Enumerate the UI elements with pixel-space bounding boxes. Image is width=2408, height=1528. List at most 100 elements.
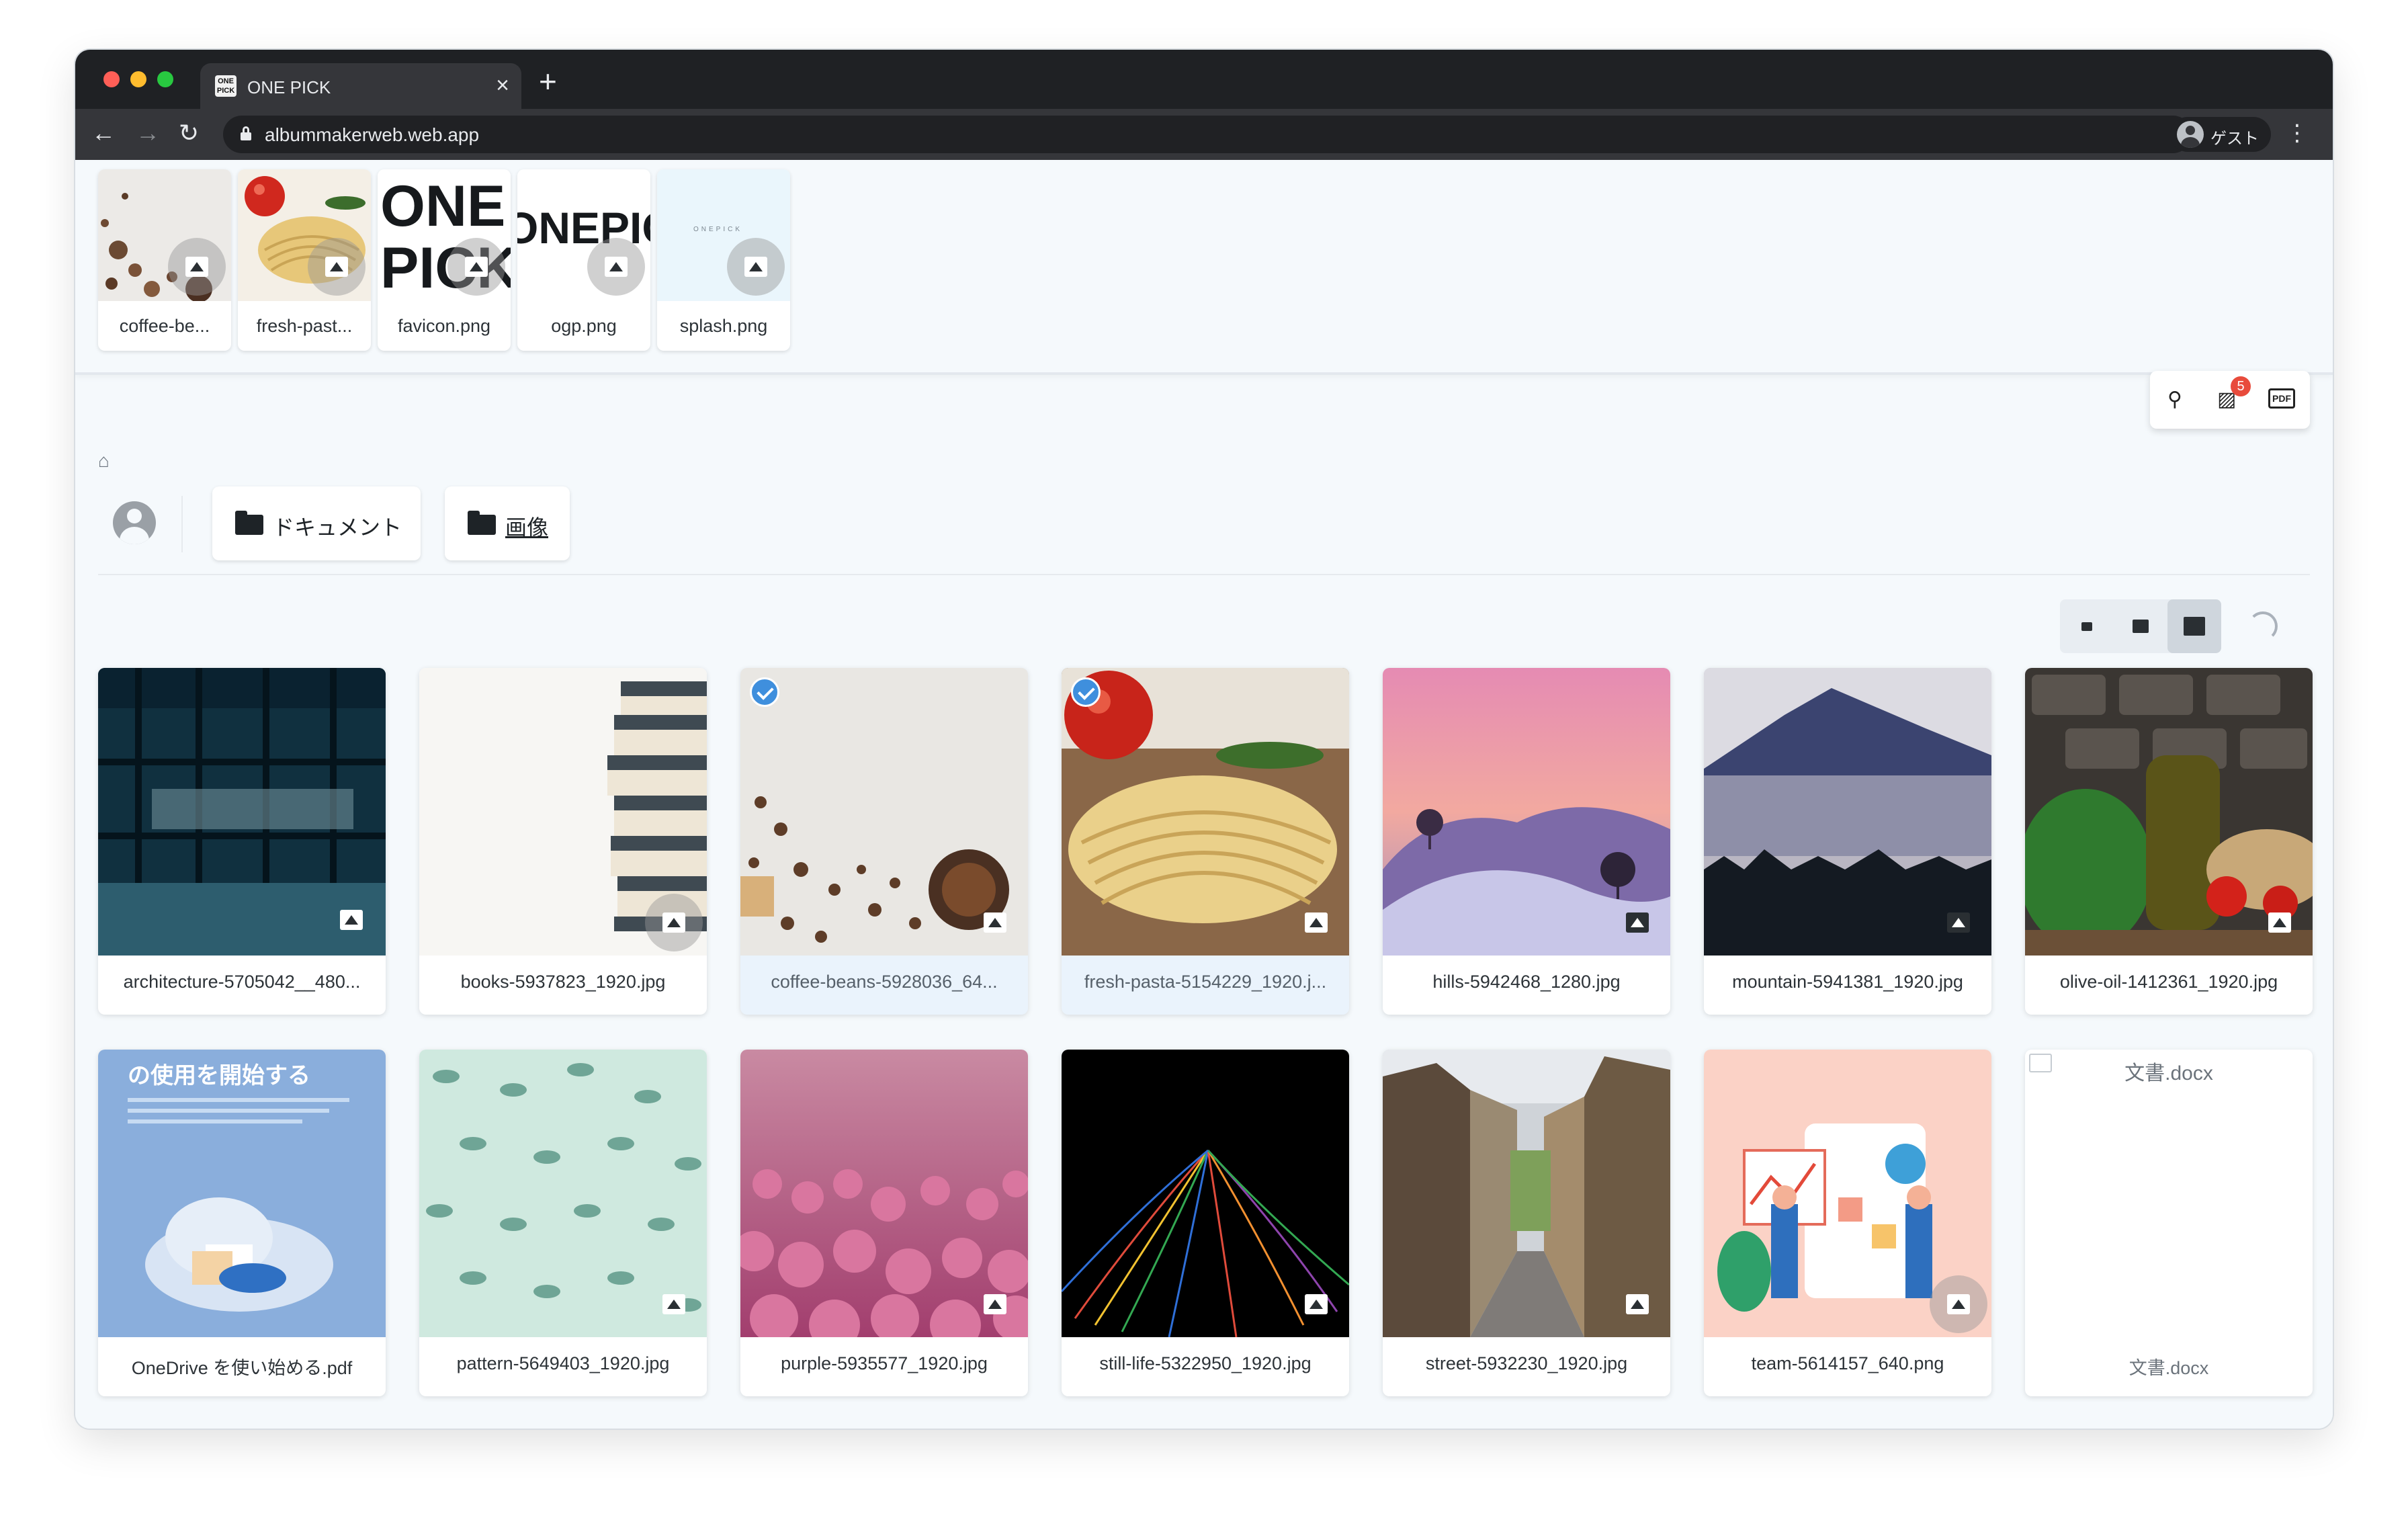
reload-icon[interactable]: ↻ <box>179 118 199 148</box>
broken-image-alt: 文書.docx <box>2124 1062 2213 1085</box>
image-icon <box>1626 912 1649 933</box>
picked-tray: coffee-be... fresh-past... ONE PICK favi… <box>75 160 2333 375</box>
file-card[interactable]: olive-oil-1412361_1920.jpg <box>2025 668 2313 1015</box>
image-icon <box>1305 1294 1328 1314</box>
profile-avatar-icon <box>2177 121 2204 148</box>
file-name: hills-5942468_1280.jpg <box>1432 972 1621 992</box>
image-icon <box>662 912 685 933</box>
tray-item-name: favicon.png <box>397 316 491 336</box>
tab-favicon-icon: ONE PICK <box>215 75 236 97</box>
forward-icon[interactable]: → <box>136 118 160 148</box>
size-medium-button[interactable] <box>2114 599 2167 653</box>
tray-item[interactable]: coffee-be... <box>98 169 231 351</box>
tray-item[interactable]: fresh-past... <box>238 169 371 351</box>
file-name: olive-oil-1412361_1920.jpg <box>2059 972 2278 992</box>
image-icon <box>325 257 348 277</box>
browser-window: ONE PICK ONE PICK × + ← → ↻ albummakerwe… <box>75 50 2333 1429</box>
file-card[interactable]: pattern-5649403_1920.jpg <box>419 1050 707 1396</box>
file-name: purple-5935577_1920.jpg <box>781 1353 988 1373</box>
selected-check-icon[interactable] <box>1071 677 1101 707</box>
file-card[interactable]: 文書.docx 文書.docx <box>2025 1050 2313 1396</box>
pin-icon[interactable]: ⚲ <box>2167 388 2182 411</box>
tray-item[interactable]: ONEPICK splash.png <box>657 169 790 351</box>
file-name: coffee-beans-5928036_64... <box>771 972 998 992</box>
pdf-thumb-title: の使用を開始する <box>128 1062 310 1089</box>
pdf-icon[interactable]: PDF <box>2268 388 2295 409</box>
image-icon <box>1626 1294 1649 1314</box>
folder-icon <box>468 511 496 535</box>
url-text: albummakerweb.web.app <box>265 124 480 145</box>
file-card[interactable]: fresh-pasta-5154229_1920.j... <box>1062 668 1349 1015</box>
tray-item[interactable]: ONE PICK favicon.png <box>378 169 511 351</box>
address-bar[interactable]: albummakerweb.web.app <box>223 116 2192 153</box>
image-icon <box>1947 1294 1970 1314</box>
file-card[interactable]: books-5937823_1920.jpg <box>419 668 707 1015</box>
selection-toolbar: ⚲ ▨ 5 PDF <box>2150 371 2310 429</box>
file-card[interactable]: coffee-beans-5928036_64... <box>740 668 1028 1015</box>
image-icon <box>1947 912 1970 933</box>
close-window-button[interactable] <box>103 71 120 87</box>
divider <box>98 574 2310 575</box>
file-card[interactable]: hills-5942468_1280.jpg <box>1383 668 1670 1015</box>
image-icon <box>1305 912 1328 933</box>
image-icon <box>984 912 1006 933</box>
tray-item-name: ogp.png <box>551 316 617 336</box>
folder-documents-button[interactable]: ドキュメント <box>212 486 421 560</box>
image-icon <box>662 1294 685 1314</box>
lock-icon <box>241 126 251 140</box>
image-icon <box>340 910 363 930</box>
folder-icon <box>235 511 263 535</box>
close-tab-icon[interactable]: × <box>496 73 509 99</box>
image-icon <box>2268 912 2291 933</box>
back-icon[interactable]: ← <box>91 118 116 148</box>
size-small-button[interactable] <box>2060 599 2114 653</box>
file-name: pattern-5649403_1920.jpg <box>456 1353 670 1373</box>
image-icon <box>465 257 488 277</box>
file-name: OneDrive を使い始める.pdf <box>131 1358 353 1378</box>
user-avatar-icon[interactable] <box>113 501 156 544</box>
selection-count-badge: 5 <box>2231 376 2251 396</box>
file-card[interactable]: architecture-5705042__480... <box>98 668 386 1015</box>
folder-images-button[interactable]: 画像 <box>445 486 570 560</box>
file-card[interactable]: purple-5935577_1920.jpg <box>740 1050 1028 1396</box>
file-thumbnail: の使用を開始する <box>98 1050 386 1337</box>
profile-label: ゲスト <box>2210 130 2259 148</box>
file-name: 文書.docx <box>2128 1358 2209 1378</box>
file-card[interactable]: street-5932230_1920.jpg <box>1383 1050 1670 1396</box>
file-card[interactable]: mountain-5941381_1920.jpg <box>1704 668 1991 1015</box>
svg-text:ONE: ONE <box>380 174 505 239</box>
file-card[interactable]: team-5614157_640.png <box>1704 1050 1991 1396</box>
maximize-window-button[interactable] <box>157 71 173 87</box>
file-name: street-5932230_1920.jpg <box>1425 1353 1628 1373</box>
selected-check-icon[interactable] <box>750 677 779 707</box>
file-name: mountain-5941381_1920.jpg <box>1732 972 1963 992</box>
file-name: architecture-5705042__480... <box>123 972 361 992</box>
folder-label: 画像 <box>505 515 549 540</box>
size-large-button[interactable] <box>2167 599 2221 653</box>
image-icon <box>984 1294 1006 1314</box>
file-name: still-life-5322950_1920.jpg <box>1099 1353 1312 1373</box>
tray-item-name: coffee-be... <box>119 316 210 336</box>
file-card[interactable]: still-life-5322950_1920.jpg <box>1062 1050 1349 1396</box>
folder-label: ドキュメント <box>273 515 402 540</box>
file-card[interactable]: の使用を開始する OneDrive を使い始める.pdf <box>98 1050 386 1396</box>
browser-tab[interactable]: ONE PICK ONE PICK × <box>200 63 521 109</box>
image-icon <box>185 257 208 277</box>
new-tab-button[interactable]: + <box>539 66 557 97</box>
loading-spinner-icon <box>2248 611 2278 641</box>
tab-title: ONE PICK <box>247 77 331 97</box>
minimize-window-button[interactable] <box>130 71 146 87</box>
svg-text:ONEPICK: ONEPICK <box>693 226 742 233</box>
browser-toolbar: ← → ↻ albummakerweb.web.app ゲスト ⋮ <box>75 109 2333 160</box>
browser-menu-icon[interactable]: ⋮ <box>2286 120 2309 146</box>
profile-button[interactable]: ゲスト <box>2170 117 2271 152</box>
image-icon <box>744 257 767 277</box>
thumbnail-size-toggle <box>2060 599 2221 653</box>
page-content: coffee-be... fresh-past... ONE PICK favi… <box>75 160 2333 1429</box>
file-name: team-5614157_640.png <box>1751 1353 1944 1373</box>
file-name: fresh-pasta-5154229_1920.j... <box>1084 972 1327 992</box>
image-icon <box>605 257 628 277</box>
tray-item-name: splash.png <box>679 316 768 336</box>
home-icon[interactable]: ⌂ <box>98 450 110 472</box>
tray-item[interactable]: ONEPIC ogp.png <box>517 169 650 351</box>
